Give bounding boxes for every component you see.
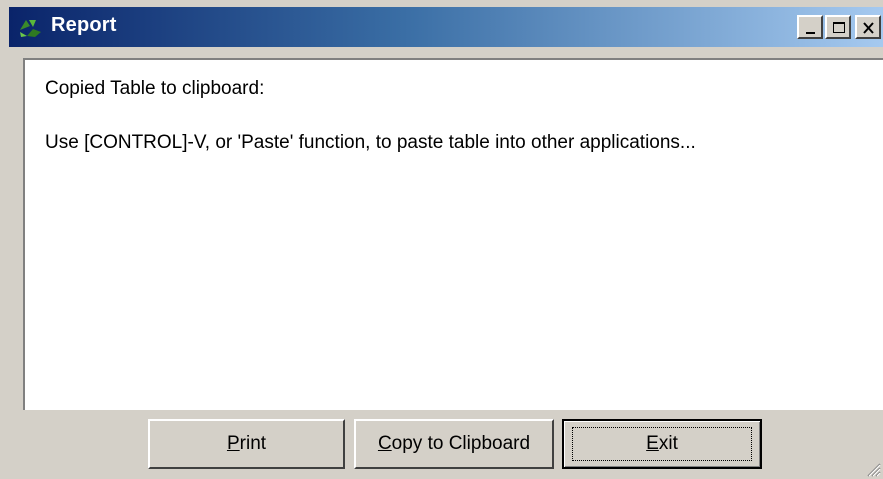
print-mnemonic: P — [226, 433, 240, 454]
copy-mnemonic: C — [377, 433, 392, 454]
report-text-area[interactable]: Copied Table to clipboard: Use [CONTROL]… — [23, 58, 883, 410]
print-label: rint — [239, 433, 267, 454]
report-window: Report Copied Table to clipboard: Use [C… — [0, 0, 883, 479]
window-title: Report — [51, 14, 117, 36]
title-bar[interactable]: Report — [9, 7, 883, 47]
message-line-2: Use [CONTROL]-V, or 'Paste' function, to… — [45, 132, 696, 153]
close-button[interactable] — [855, 15, 881, 39]
minimize-icon — [806, 32, 815, 34]
green-recycle-icon — [20, 20, 41, 37]
focus-ring — [572, 427, 752, 461]
maximize-button[interactable] — [825, 15, 851, 39]
message-line-1: Copied Table to clipboard: — [45, 78, 265, 99]
minimize-button[interactable] — [797, 15, 823, 39]
close-icon — [863, 22, 874, 34]
resize-grip-icon[interactable] — [865, 461, 881, 477]
exit-button[interactable]: Exit — [562, 419, 762, 469]
copy-label: opy to Clipboard — [391, 433, 531, 454]
copy-to-clipboard-button[interactable]: Copy to Clipboard — [354, 419, 554, 469]
maximize-icon — [833, 22, 845, 33]
print-button[interactable]: Print — [148, 419, 345, 469]
